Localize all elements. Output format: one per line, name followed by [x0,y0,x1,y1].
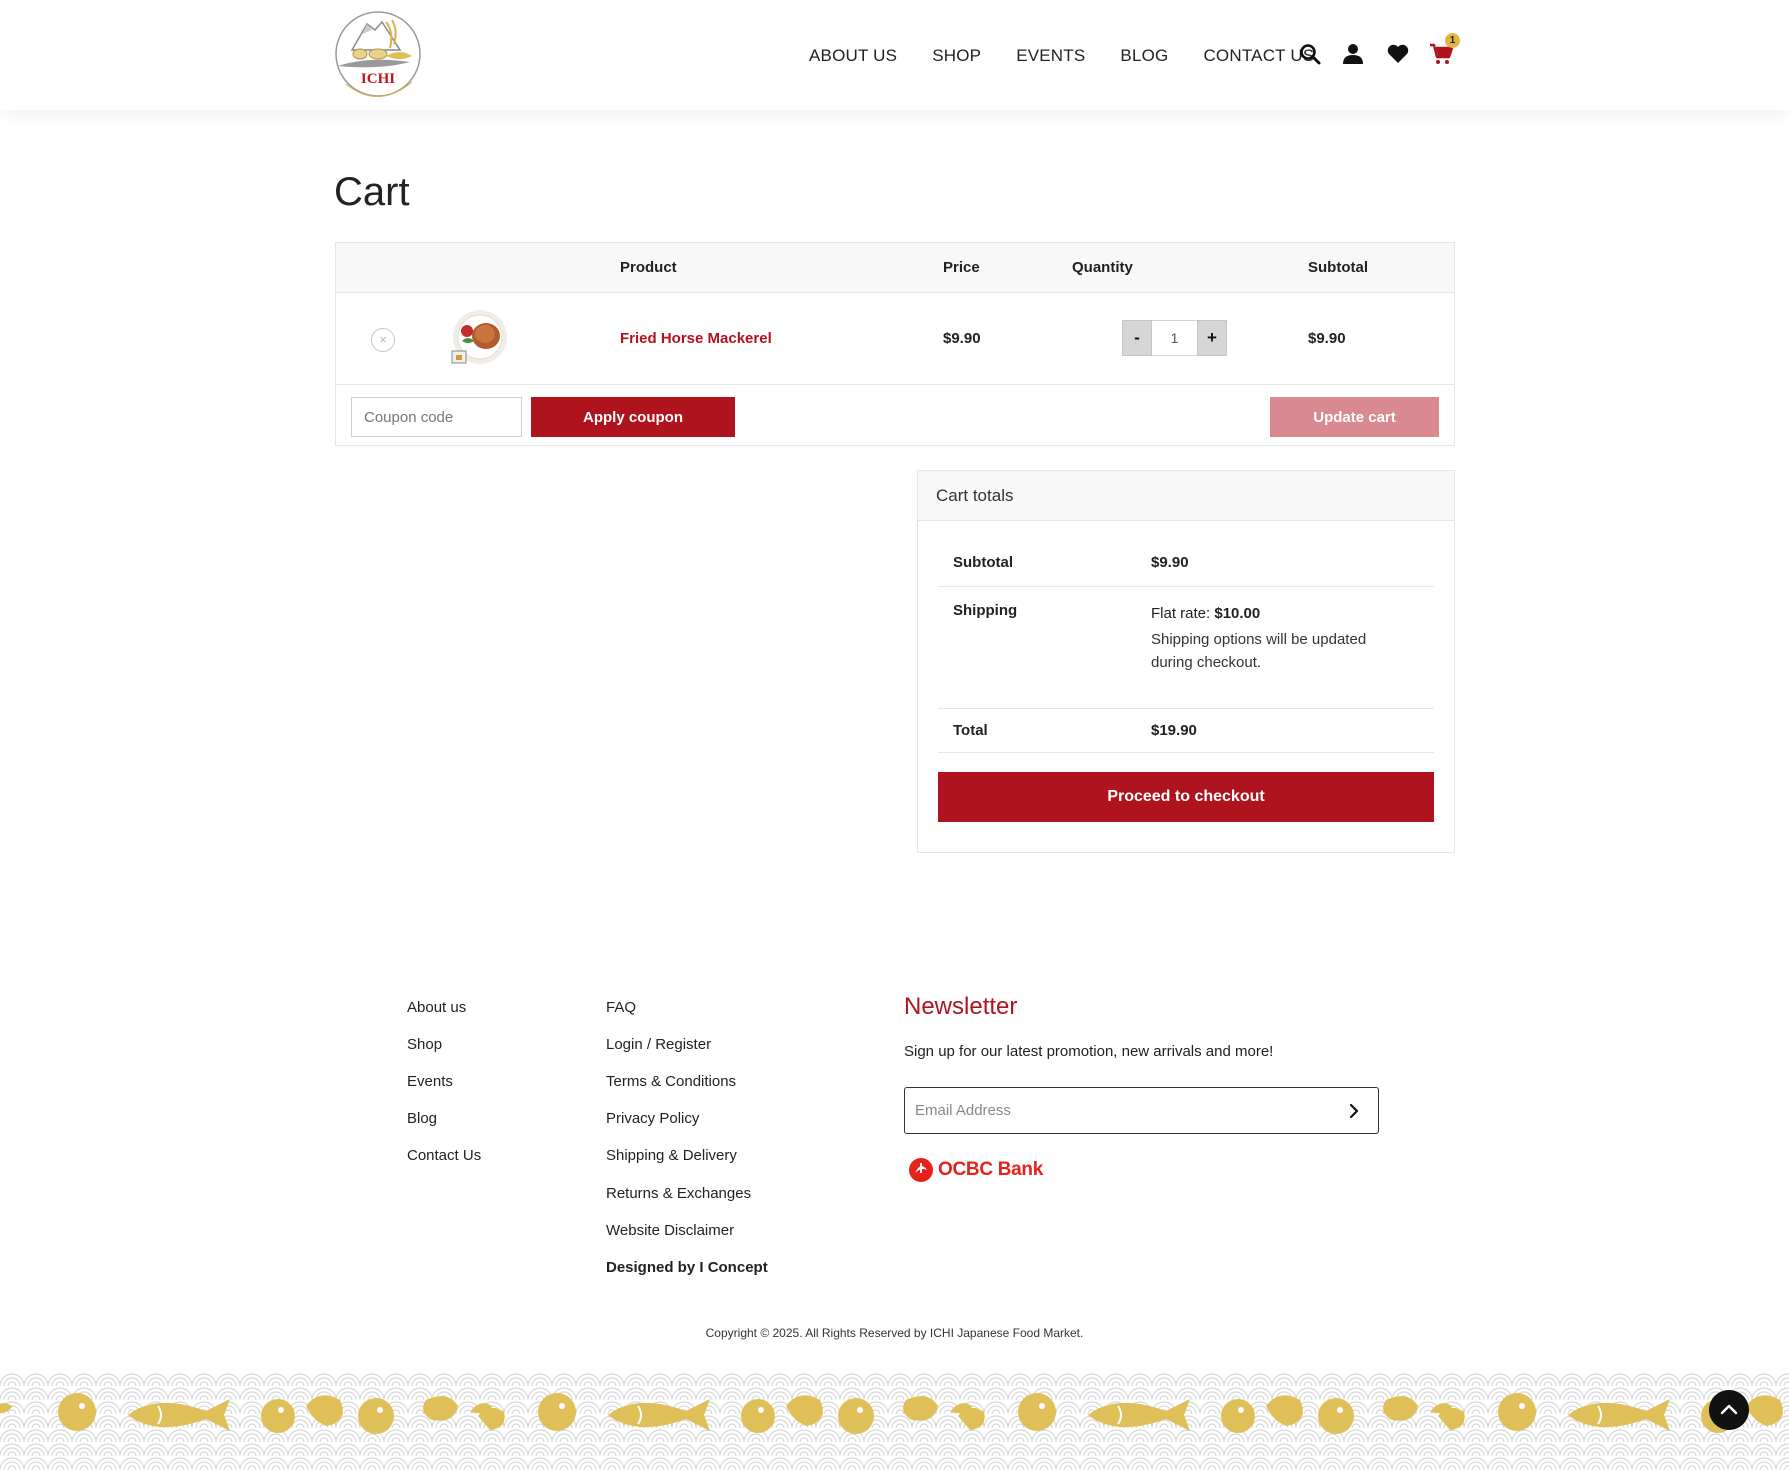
subtotal-value: $9.90 [1151,554,1189,571]
item-subtotal: $9.90 [1308,330,1346,347]
coupon-code-input[interactable] [351,397,522,437]
footer-link-terms[interactable]: Terms & Conditions [606,1073,736,1090]
totals-total-row: Total $19.90 [938,709,1434,753]
column-price: Price [943,259,980,276]
shipping-rate-prefix: Flat rate: [1151,605,1215,622]
email-field[interactable] [915,1094,1315,1127]
nav-events[interactable]: EVENTS [1016,46,1085,66]
newsletter-text: Sign up for our latest promotion, new ar… [904,1043,1274,1060]
account-icon[interactable] [1341,42,1365,66]
cart-table: Product Price Quantity Subtotal × Fried … [335,242,1455,446]
column-quantity: Quantity [1072,259,1133,276]
cart-totals-header: Cart totals [918,471,1454,521]
copyright-text: Copyright © 2025. All Rights Reserved by… [705,1326,1084,1340]
footer-link-faq[interactable]: FAQ [606,999,636,1016]
site-header: ICHI ABOUT US SHOP EVENTS BLOG CONTACT U… [0,0,1789,110]
quantity-stepper: - + [1122,320,1227,356]
cart-item-row: × Fried Horse Mackerel $9.90 - + $9.90 [336,293,1454,385]
newsletter-form [904,1087,1379,1134]
proceed-to-checkout-button[interactable]: Proceed to checkout [938,772,1434,822]
footer-link-shipping[interactable]: Shipping & Delivery [606,1147,737,1164]
quantity-decrease-button[interactable]: - [1122,320,1152,356]
totals-subtotal-row: Subtotal $9.90 [938,521,1434,587]
chevron-right-icon[interactable] [1344,1101,1364,1121]
product-thumbnail[interactable] [448,307,510,369]
footer-link-blog[interactable]: Blog [407,1110,437,1127]
nav-about-us[interactable]: ABOUT US [809,46,897,66]
heart-icon[interactable] [1386,42,1410,66]
ocbc-mark-icon [909,1158,933,1182]
decorative-fish-band [0,1372,1789,1471]
subtotal-label: Subtotal [953,554,1013,571]
shipping-rate: Flat rate: $10.00 [1151,605,1260,622]
cart-totals-title: Cart totals [936,486,1014,505]
footer-link-shop[interactable]: Shop [407,1036,442,1053]
item-price: $9.90 [943,330,981,347]
footer-link-about-us[interactable]: About us [407,999,466,1016]
shipping-rate-amount: $10.00 [1214,605,1261,622]
main-nav: ABOUT US SHOP EVENTS BLOG CONTACT US [809,46,1349,66]
newsletter-title: Newsletter [904,993,1018,1020]
cart-totals: Cart totals Subtotal $9.90 Shipping Flat… [917,470,1455,853]
ocbc-bank-logo: OCBC Bank [908,1154,1043,1186]
footer-link-events[interactable]: Events [407,1073,453,1090]
cart-actions: Apply coupon Update cart [336,385,1454,447]
fish-pattern-image [0,1372,1789,1471]
footer-link-disclaimer[interactable]: Website Disclaimer [606,1222,734,1239]
ichi-logo[interactable]: ICHI [334,10,424,102]
footer-link-returns[interactable]: Returns & Exchanges [606,1185,751,1202]
cart-table-header: Product Price Quantity Subtotal [336,243,1454,293]
column-product: Product [620,259,677,276]
back-to-top-button[interactable] [1709,1390,1749,1430]
totals-shipping-row: Shipping Flat rate: $10.00 Shipping opti… [938,587,1434,709]
footer-link-privacy[interactable]: Privacy Policy [606,1110,699,1127]
column-subtotal: Subtotal [1308,259,1368,276]
footer-link-contact-us[interactable]: Contact Us [407,1147,481,1164]
logo-text: ICHI [361,71,395,87]
page-title: Cart [334,170,410,214]
designer-credit-link[interactable]: Designed by I Concept [606,1259,768,1276]
search-icon[interactable] [1298,42,1322,66]
shipping-note: Shipping options will be updated during … [1151,631,1367,671]
quantity-increase-button[interactable]: + [1197,320,1227,356]
remove-item-button[interactable]: × [371,328,395,352]
nav-shop[interactable]: SHOP [932,46,981,66]
ocbc-bank-label: OCBC Bank [938,1159,1043,1180]
footer-link-login-register[interactable]: Login / Register [606,1036,711,1053]
shipping-label: Shipping [953,602,1018,619]
quantity-input[interactable] [1152,320,1197,356]
cart-count-badge: 1 [1445,33,1460,48]
update-cart-button[interactable]: Update cart [1270,397,1439,437]
total-value: $19.90 [1151,722,1197,739]
apply-coupon-button[interactable]: Apply coupon [531,397,735,437]
total-label: Total [953,722,988,739]
product-name-link[interactable]: Fried Horse Mackerel [620,330,772,347]
nav-blog[interactable]: BLOG [1120,46,1168,66]
